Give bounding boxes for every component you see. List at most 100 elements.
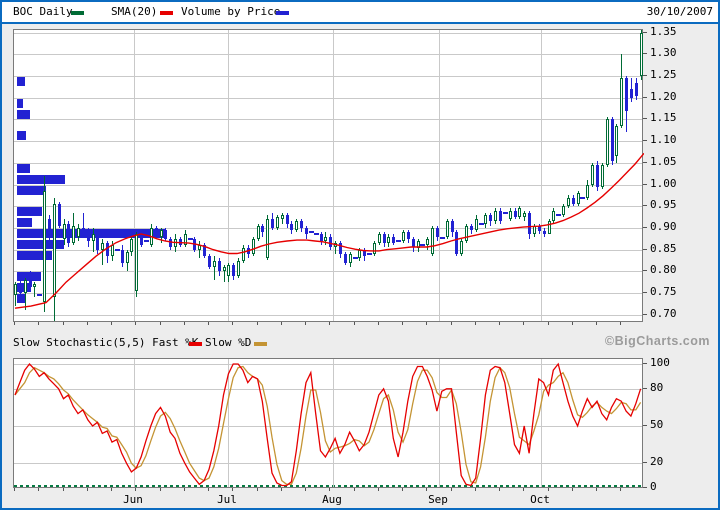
week-tick-stoch: [499, 488, 500, 491]
week-tick-main: [451, 322, 452, 325]
price-axis-label: 0.85: [650, 242, 700, 255]
stoch-axis-label: 50: [650, 418, 700, 431]
week-tick-main: [596, 322, 597, 325]
week-tick-main: [135, 322, 136, 325]
week-tick-main: [281, 322, 282, 325]
bigcharts-stock-chart: BOC Daily SMA(20) Volume by Price 30/10/…: [0, 0, 720, 510]
sma-line: [14, 30, 644, 323]
stoch-axis-label: 100: [650, 356, 700, 369]
week-tick-main: [14, 322, 15, 325]
week-tick-main: [111, 322, 112, 325]
price-axis-tick: [643, 53, 647, 54]
week-tick-main: [232, 322, 233, 325]
week-tick-main: [523, 322, 524, 325]
price-axis-tick: [643, 184, 647, 185]
sma-legend-label: SMA(20): [111, 5, 157, 18]
week-tick-stoch: [451, 488, 452, 491]
week-tick-stoch: [548, 488, 549, 491]
week-tick-stoch: [596, 488, 597, 491]
price-axis-tick: [643, 249, 647, 250]
week-tick-main: [499, 322, 500, 325]
week-tick-stoch: [111, 488, 112, 491]
week-tick-stoch: [160, 488, 161, 491]
price-axis-tick: [643, 205, 647, 206]
week-tick-stoch: [305, 488, 306, 491]
price-axis-label: 0.95: [650, 198, 700, 211]
frame-top: [0, 0, 720, 2]
frame-left: [0, 0, 2, 510]
week-tick-main: [208, 322, 209, 325]
week-tick-main: [426, 322, 427, 325]
price-axis-tick: [643, 162, 647, 163]
week-tick-main: [329, 322, 330, 325]
vbp-legend-label: Volume by Price: [181, 5, 280, 18]
price-axis-tick: [643, 118, 647, 119]
price-axis-label: 1.35: [650, 25, 700, 38]
week-tick-main: [305, 322, 306, 325]
price-axis-label: 0.80: [650, 263, 700, 276]
symbol-legend-label: BOC Daily: [13, 5, 73, 18]
week-tick-stoch: [208, 488, 209, 491]
price-axis-label: 1.20: [650, 90, 700, 103]
vbp-legend-swatch: [276, 11, 289, 15]
header-divider: [0, 22, 720, 24]
week-tick-main: [378, 322, 379, 325]
week-tick-stoch: [329, 488, 330, 491]
week-tick-main: [475, 322, 476, 325]
bigcharts-watermark: ©BigCharts.com: [605, 334, 710, 348]
stoch-axis-tick: [643, 462, 647, 463]
week-tick-stoch: [572, 488, 573, 491]
stochastic-legend-title: Slow Stochastic(5,5) Fast %K: [13, 336, 198, 349]
price-axis-label: 1.05: [650, 155, 700, 168]
week-tick-stoch: [63, 488, 64, 491]
price-axis-label: 0.75: [650, 285, 700, 298]
stochastic-chart-plot: [13, 358, 643, 488]
price-axis-label: 1.25: [650, 68, 700, 81]
month-axis-label: Jun: [111, 493, 155, 506]
stochastic-k-swatch: [189, 342, 202, 346]
stoch-axis-label: 20: [650, 455, 700, 468]
week-tick-stoch: [475, 488, 476, 491]
month-axis-label: Sep: [416, 493, 460, 506]
chart-date: 30/10/2007: [647, 5, 713, 18]
week-tick-main: [572, 322, 573, 325]
price-axis-label: 1.00: [650, 177, 700, 190]
week-tick-main: [38, 322, 39, 325]
stochastic-d-label: Slow %D: [205, 336, 251, 349]
week-tick-stoch: [426, 488, 427, 491]
stochastic-lines: [14, 359, 644, 489]
price-axis-tick: [643, 227, 647, 228]
symbol-legend-swatch: [71, 11, 84, 15]
price-axis-tick: [643, 140, 647, 141]
price-axis-label: 0.70: [650, 307, 700, 320]
price-axis-tick: [643, 314, 647, 315]
week-tick-stoch: [257, 488, 258, 491]
week-tick-main: [548, 322, 549, 325]
week-tick-main: [160, 322, 161, 325]
week-tick-main: [87, 322, 88, 325]
week-tick-main: [354, 322, 355, 325]
week-tick-stoch: [378, 488, 379, 491]
week-tick-stoch: [232, 488, 233, 491]
week-tick-stoch: [281, 488, 282, 491]
stoch-axis-label: 0: [650, 480, 700, 493]
price-axis-tick: [643, 270, 647, 271]
month-axis-label: Oct: [518, 493, 562, 506]
week-tick-stoch: [184, 488, 185, 491]
stoch-axis-tick: [643, 425, 647, 426]
month-axis-label: Jul: [205, 493, 249, 506]
week-tick-main: [402, 322, 403, 325]
week-tick-stoch: [523, 488, 524, 491]
price-axis-label: 1.30: [650, 46, 700, 59]
week-tick-main: [257, 322, 258, 325]
week-tick-stoch: [87, 488, 88, 491]
month-axis-label: Aug: [310, 493, 354, 506]
week-tick-main: [620, 322, 621, 325]
price-axis-label: 1.10: [650, 133, 700, 146]
price-axis-tick: [643, 292, 647, 293]
price-axis-tick: [643, 75, 647, 76]
price-chart-plot: [13, 29, 643, 322]
stoch-axis-label: 80: [650, 381, 700, 394]
price-axis-label: 0.90: [650, 220, 700, 233]
stoch-axis-tick: [643, 388, 647, 389]
